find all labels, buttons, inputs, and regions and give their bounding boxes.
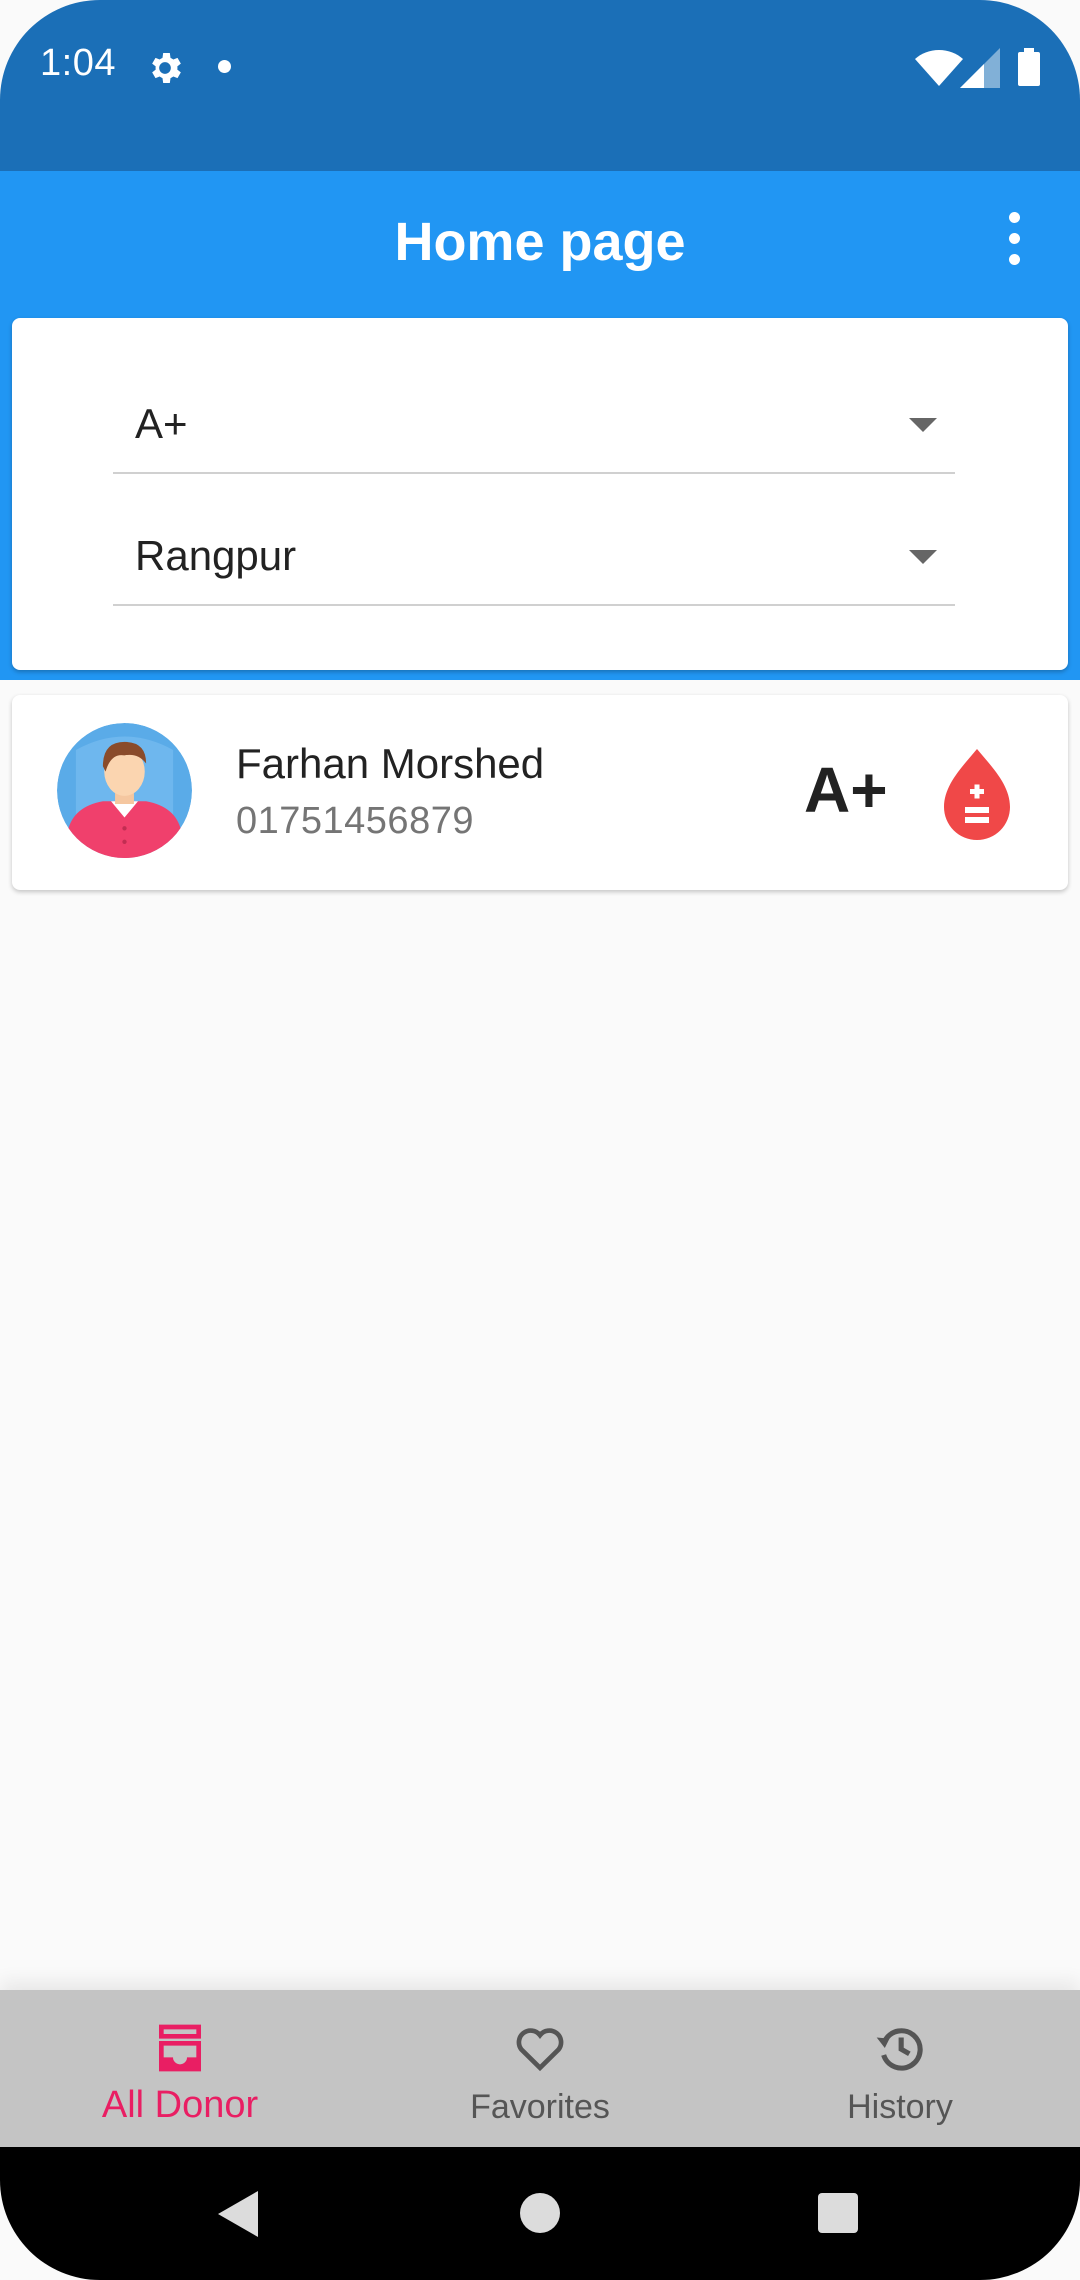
blood-group-value: A+ bbox=[135, 400, 188, 447]
city-value: Rangpur bbox=[135, 532, 297, 579]
status-time: 1:04 bbox=[40, 42, 116, 84]
donor-blood-group: A+ bbox=[804, 754, 888, 826]
notification-dot-icon bbox=[218, 60, 231, 73]
filter-card bbox=[12, 318, 1068, 670]
page-title: Home page bbox=[394, 212, 686, 272]
nav-item-history[interactable]: History bbox=[760, 1990, 1040, 2147]
dropdown-arrow-icon bbox=[909, 550, 937, 564]
heart-icon bbox=[516, 2028, 564, 2072]
wifi-icon bbox=[915, 50, 963, 86]
blood-group-dropdown[interactable]: A+ bbox=[113, 380, 955, 474]
nav-item-favorites[interactable]: Favorites bbox=[400, 1990, 680, 2147]
donor-name: Farhan Morshed bbox=[236, 740, 545, 787]
back-icon[interactable] bbox=[218, 2191, 258, 2237]
nav-item-all-donor[interactable]: All Donor bbox=[40, 1990, 320, 2147]
nav-label: All Donor bbox=[101, 2084, 259, 2126]
inbox-icon bbox=[159, 2024, 201, 2072]
history-icon bbox=[876, 2028, 923, 2071]
device-frame: 1:04 Home page A+ Rangpur Farhan Morshed… bbox=[0, 0, 1080, 2280]
blood-drop-icon[interactable] bbox=[932, 745, 1022, 845]
app-bar: Home page bbox=[0, 171, 1080, 318]
system-navigation-bar bbox=[0, 2147, 1080, 2280]
filter-section bbox=[0, 318, 1080, 680]
more-vert-icon[interactable] bbox=[1002, 212, 1026, 266]
donor-phone: 01751456879 bbox=[236, 800, 474, 842]
bottom-navigation: All Donor Favorites History bbox=[0, 1990, 1080, 2147]
city-dropdown[interactable]: Rangpur bbox=[113, 512, 955, 606]
home-icon[interactable] bbox=[520, 2193, 560, 2233]
nav-label: Favorites bbox=[470, 2088, 610, 2126]
recents-icon[interactable] bbox=[818, 2193, 858, 2233]
nav-label: History bbox=[847, 2088, 953, 2126]
dropdown-arrow-icon bbox=[909, 418, 937, 432]
signal-icon bbox=[960, 48, 1000, 88]
settings-icon bbox=[152, 53, 181, 83]
battery-icon bbox=[1018, 48, 1040, 86]
donor-card[interactable]: Farhan Morshed 01751456879 A+ bbox=[12, 695, 1068, 890]
person-avatar-icon bbox=[57, 723, 192, 858]
status-bar: 1:04 bbox=[0, 0, 1080, 171]
